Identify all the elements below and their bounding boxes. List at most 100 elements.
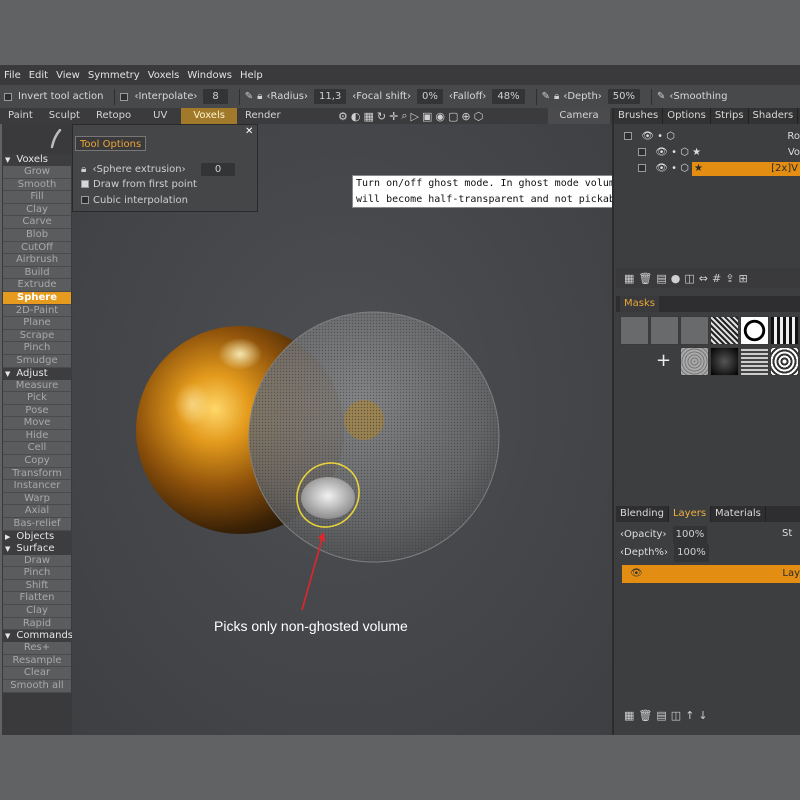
tool-hide[interactable]: Hide xyxy=(3,429,71,443)
mask-swatch[interactable] xyxy=(620,316,649,345)
tool-pick[interactable]: Pick xyxy=(3,392,71,405)
eye-icon[interactable]: 👁︎ xyxy=(630,565,643,583)
tab-sculpt[interactable]: Sculpt xyxy=(41,108,88,124)
tool-options-title[interactable]: Tool Options xyxy=(75,136,147,151)
tool-move[interactable]: Move xyxy=(3,417,71,430)
menu-view[interactable]: View xyxy=(56,70,80,81)
gear-icon[interactable]: ⚙ xyxy=(338,110,348,123)
play-icon[interactable]: ▷ xyxy=(411,110,419,123)
tab-layers[interactable]: Layers xyxy=(668,506,712,522)
new-volume-icon[interactable]: ▦ xyxy=(624,272,634,285)
move-icon[interactable]: ✛ xyxy=(389,110,398,123)
tool-transform[interactable]: Transform xyxy=(3,467,71,481)
close-icon[interactable]: ✕ xyxy=(245,126,253,137)
viewport[interactable] xyxy=(72,124,612,735)
section-objects[interactable]: ▶ Objects xyxy=(2,530,72,543)
tool-instancer[interactable]: Instancer xyxy=(3,480,71,493)
layer-row-selected[interactable]: 👁︎ Lay xyxy=(622,565,800,583)
tool-smudge[interactable]: Smudge xyxy=(3,354,71,368)
mask-swatch[interactable] xyxy=(770,347,799,376)
split-icon[interactable]: ⊞ xyxy=(738,272,747,285)
mask-swatch[interactable] xyxy=(770,316,799,345)
tool-axial[interactable]: Axial xyxy=(3,505,71,519)
collapse-icon[interactable] xyxy=(624,132,632,140)
move-down-icon[interactable]: ↓ xyxy=(698,709,707,722)
tab-voxels[interactable]: Voxels xyxy=(181,108,237,124)
delete-icon[interactable]: 🗑︎ xyxy=(638,272,652,285)
ghost-icon[interactable]: 👁︎ xyxy=(655,163,668,174)
delete-layer-icon[interactable]: 🗑︎ xyxy=(638,709,652,722)
new-layer-icon[interactable]: ▦ xyxy=(624,709,634,722)
mask-swatch[interactable] xyxy=(740,347,769,376)
move-up-icon[interactable]: ↑ xyxy=(685,709,694,722)
tool-draw[interactable]: Draw xyxy=(3,554,71,568)
circle-icon[interactable]: ◉ xyxy=(435,110,445,123)
lock-icon[interactable]: 🔒︎ xyxy=(81,164,86,175)
radius-field[interactable]: 11,3 xyxy=(314,89,347,104)
frame-icon[interactable]: ▣ xyxy=(422,110,432,123)
tab-options[interactable]: Options xyxy=(663,108,711,124)
menu-windows[interactable]: Windows xyxy=(187,70,232,81)
tab-brushes[interactable]: Brushes xyxy=(614,108,664,124)
smoothing-pen-icon[interactable]: ✎ xyxy=(657,91,665,102)
tool-resample[interactable]: Resample xyxy=(3,654,71,668)
tool-sphere[interactable]: Sphere xyxy=(3,291,71,305)
swap-icon[interactable]: ⇔ xyxy=(699,272,708,285)
shading-icon[interactable]: ◐ xyxy=(351,110,361,123)
tab-render[interactable]: Render xyxy=(237,108,289,124)
tab-shaders[interactable]: Shaders xyxy=(749,108,799,124)
tool-extrude[interactable]: Extrude xyxy=(3,279,71,292)
target-icon[interactable]: ⊕ xyxy=(461,110,470,123)
mask-swatch[interactable] xyxy=(740,316,769,345)
tool-build[interactable]: Build xyxy=(3,266,71,280)
depth-field[interactable]: 50% xyxy=(607,89,641,104)
tool-smooth[interactable]: Smooth xyxy=(3,178,71,192)
clone-icon[interactable]: ▤ xyxy=(656,272,666,285)
depth-lock-icon[interactable]: 🔒︎ xyxy=(554,91,559,102)
section-commands[interactable]: ▼ Commands xyxy=(2,630,73,643)
mask-swatch[interactable] xyxy=(650,316,679,345)
visibility-dot-icon[interactable]: • xyxy=(657,131,663,142)
tool-pinch[interactable]: Pinch xyxy=(3,342,71,355)
pen-pressure-icon[interactable]: ✎ xyxy=(245,91,253,102)
tree-selected-bar[interactable]: ★ [2x]V xyxy=(692,162,800,176)
tool-plane[interactable]: Plane xyxy=(3,317,71,330)
sphere-extrusion-field[interactable]: 0 xyxy=(200,163,236,176)
masks-tab[interactable]: Masks xyxy=(620,296,659,312)
tool-carve[interactable]: Carve xyxy=(3,216,71,229)
merge-layer-icon[interactable]: ▤ xyxy=(656,709,666,722)
collapse-icon[interactable] xyxy=(638,148,646,156)
mask-swatch[interactable] xyxy=(710,316,739,345)
tool-cutoff[interactable]: CutOff xyxy=(3,241,71,255)
opacity-field[interactable]: 100% xyxy=(672,526,708,544)
tab-materials[interactable]: Materials xyxy=(711,506,766,522)
menu-symmetry[interactable]: Symmetry xyxy=(88,70,140,81)
menu-voxels[interactable]: Voxels xyxy=(148,70,180,81)
mask-swatch[interactable] xyxy=(710,347,739,376)
falloff-field[interactable]: 48% xyxy=(492,89,525,104)
tab-retopo[interactable]: Retopo xyxy=(88,108,139,124)
tree-row-root[interactable]: 👁︎ • ⬡ Ro xyxy=(624,130,800,144)
tool-scrape[interactable]: Scrape xyxy=(3,329,71,343)
interpolate-field[interactable]: 8 xyxy=(203,89,228,104)
mask-swatch[interactable] xyxy=(680,347,709,376)
tab-uv[interactable]: UV xyxy=(139,108,181,124)
tool-smooth-all[interactable]: Smooth all xyxy=(3,679,71,693)
import-icon[interactable]: ⇪ xyxy=(725,272,734,285)
depth-pen-icon[interactable]: ✎ xyxy=(542,91,550,102)
interpolate-checkbox[interactable] xyxy=(120,92,129,101)
add-mask-icon[interactable]: + xyxy=(656,350,671,371)
cubic-checkbox[interactable] xyxy=(81,196,89,204)
draw-from-first-row[interactable]: Draw from first point xyxy=(81,179,197,190)
merge-icon[interactable]: ◫ xyxy=(684,272,694,285)
tool-clear[interactable]: Clear xyxy=(3,667,71,680)
ghost-icon[interactable]: 👁︎ xyxy=(641,131,654,142)
grid-icon[interactable]: # xyxy=(712,272,721,285)
invert-checkbox[interactable] xyxy=(4,92,12,101)
cube-icon[interactable]: ⬡ xyxy=(474,110,484,123)
tool-blob[interactable]: Blob xyxy=(3,228,71,242)
duplicate-layer-icon[interactable]: ◫ xyxy=(671,709,681,722)
tool-copy[interactable]: Copy xyxy=(3,455,71,468)
menu-edit[interactable]: Edit xyxy=(29,70,48,81)
tool-shift[interactable]: Shift xyxy=(3,579,71,593)
